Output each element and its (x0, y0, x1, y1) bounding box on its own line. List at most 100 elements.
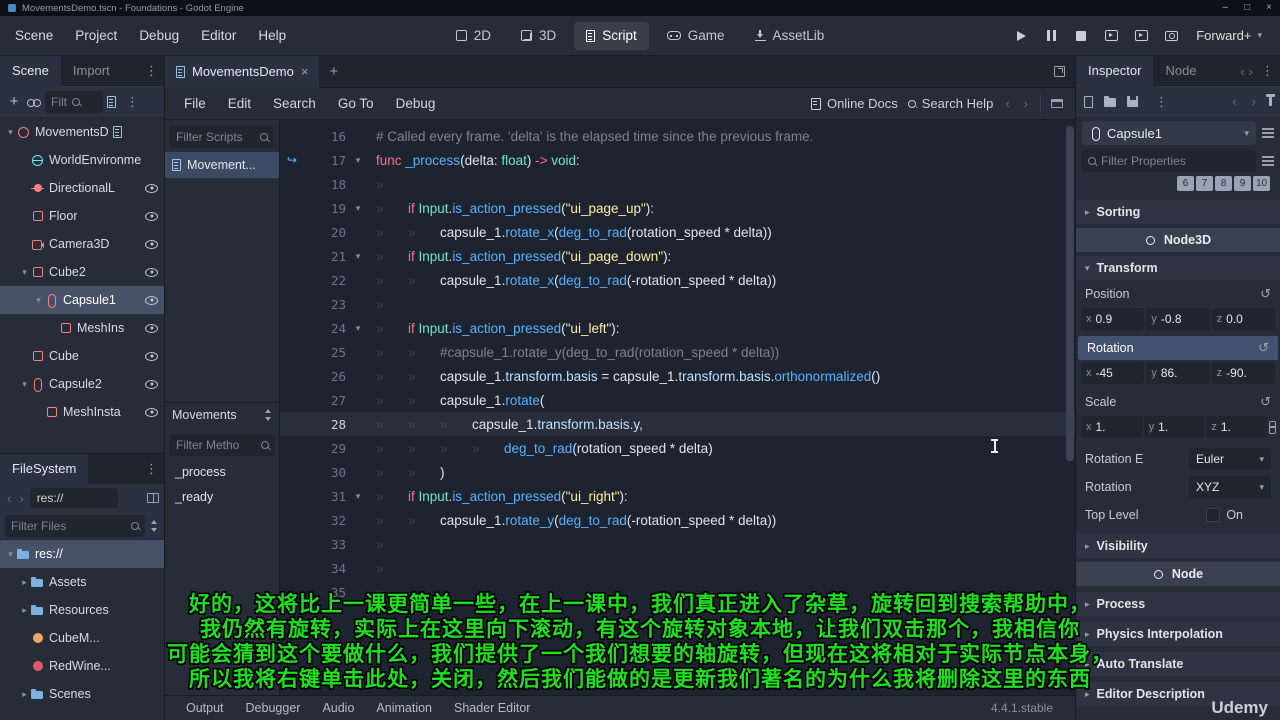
load-resource-icon[interactable] (1104, 96, 1116, 107)
float-panel-icon[interactable] (1051, 99, 1063, 108)
code-line[interactable]: 16 # Called every frame. 'delta' is the e… (280, 124, 1075, 148)
fold-arrow-icon[interactable]: ▾ (346, 251, 370, 262)
method--ready[interactable]: _ready (165, 485, 280, 510)
bottom-tab-animation[interactable]: Animation (365, 696, 443, 720)
code-line[interactable]: 28»»» capsule_1.transform.basis.y, (280, 412, 1075, 436)
scene-tree-item[interactable]: Cube (0, 342, 164, 370)
filesystem-item[interactable]: ▸ Assets (0, 568, 164, 596)
revert-icon[interactable]: ↺ (1260, 286, 1271, 302)
bottom-tab-shader-editor[interactable]: Shader Editor (443, 696, 541, 720)
code-line[interactable]: 33 » (280, 532, 1075, 556)
code-line[interactable]: 34 » (280, 556, 1075, 580)
code-line[interactable]: 21 ▾» if Input.is_action_pressed("ui_page_… (280, 244, 1075, 268)
tab-import[interactable]: Import (61, 56, 122, 86)
play-custom-scene-button[interactable] (1128, 23, 1154, 49)
scene-tree-item[interactable]: MeshIns (0, 314, 164, 342)
menu-project[interactable]: Project (64, 16, 128, 55)
bottom-tab-output[interactable]: Output (175, 696, 235, 720)
window-maximize-button[interactable]: □ (1244, 0, 1250, 16)
position-x-field[interactable]: x 0.9 (1081, 308, 1145, 330)
code-line[interactable]: 30 » ») (280, 460, 1075, 484)
code-line[interactable]: 25 » » #capsule_1.rotate_y(deg_to_rad(rotat… (280, 340, 1075, 364)
save-resource-icon[interactable] (1127, 96, 1138, 107)
fold-arrow-icon[interactable]: ▾ (346, 155, 370, 166)
script-menu-debug[interactable]: Debug (385, 88, 447, 119)
play-scene-button[interactable] (1098, 23, 1124, 49)
code-line[interactable]: 29»»»» deg_to_rad(rotation_speed * delta) (280, 436, 1075, 460)
workspace-3d[interactable]: 3D (509, 22, 568, 50)
menu-editor[interactable]: Editor (190, 16, 247, 55)
position-z-field[interactable]: z 0.0 (1211, 308, 1275, 330)
bottom-tab-audio[interactable]: Audio (311, 696, 365, 720)
scale-x-field[interactable]: x 1. (1081, 416, 1142, 438)
filter-properties-input[interactable]: Filter Properties (1082, 150, 1256, 172)
expand-arrow-icon[interactable]: ▸ (18, 577, 31, 588)
scene-tree-item[interactable]: Camera3D (0, 230, 164, 258)
visibility-eye-icon[interactable] (145, 183, 158, 193)
filesystem-item[interactable]: ▸ Scenes (0, 680, 164, 708)
object-options-icon[interactable] (1262, 128, 1274, 138)
pause-button[interactable] (1038, 23, 1064, 49)
scene-tree-item[interactable]: ▾ Capsule2 (0, 370, 164, 398)
current-path[interactable]: res:// (29, 488, 118, 508)
visibility-eye-icon[interactable] (145, 267, 158, 277)
rotation-order-dropdown[interactable]: XYZ ▾ (1189, 476, 1271, 498)
filesystem-item[interactable]: CubeM... (0, 624, 164, 652)
section-process[interactable]: ▸ Process (1076, 592, 1280, 616)
method--process[interactable]: _process (165, 460, 280, 485)
movie-maker-button[interactable] (1158, 23, 1184, 49)
menu-scene[interactable]: Scene (4, 16, 64, 55)
add-node-button[interactable]: + (5, 93, 23, 110)
link-scale-icon[interactable] (1269, 420, 1277, 434)
scene-tree-item[interactable]: DirectionalL (0, 174, 164, 202)
attach-script-icon[interactable] (107, 95, 116, 108)
rotation-x-field[interactable]: x -45 (1081, 362, 1145, 384)
rotation-edit-dropdown[interactable]: Euler ▾ (1189, 448, 1271, 470)
filesystem-item[interactable]: RedWine... (0, 652, 164, 680)
expand-editor-icon[interactable] (1054, 66, 1065, 77)
history-forward-icon[interactable]: › (17, 491, 25, 506)
edit-back-icon[interactable]: ‹ (1230, 94, 1238, 109)
rotation-y-field[interactable]: y 86. (1146, 362, 1210, 384)
scene-extra-menu-icon[interactable]: ⋮ (120, 94, 145, 110)
script-menu-go-to[interactable]: Go To (327, 88, 385, 119)
section-sorting[interactable]: ▸ Sorting (1076, 200, 1280, 224)
online-docs-button[interactable]: Online Docs (810, 96, 898, 111)
section-visibility[interactable]: ▸ Visibility (1076, 534, 1280, 558)
scale-y-field[interactable]: y 1. (1143, 416, 1205, 438)
filesystem-filter-input[interactable]: Filter Files (5, 514, 145, 537)
scene-dock-menu-icon[interactable]: ⋮ (139, 63, 164, 79)
sort-methods-icon[interactable] (264, 408, 273, 421)
window-minimize-button[interactable]: – (1223, 0, 1229, 16)
fold-arrow-icon[interactable]: ▾ (346, 491, 370, 502)
workspace-game[interactable]: Game (655, 22, 737, 50)
inspector-history-back-icon[interactable]: ‹ (1238, 64, 1246, 79)
visibility-eye-icon[interactable] (145, 211, 158, 221)
script-menu-file[interactable]: File (173, 88, 217, 119)
pin-icon[interactable] (1266, 94, 1275, 106)
filter-methods-input[interactable]: Filter Metho (170, 434, 275, 456)
filesystem-item[interactable]: ▾ res:// (0, 540, 164, 568)
history-back-icon[interactable]: ‹ (5, 491, 13, 506)
tab-inspector[interactable]: Inspector (1076, 56, 1154, 86)
code-line[interactable]: 19 ▾» if Input.is_action_pressed("ui_page_… (280, 196, 1075, 220)
visibility-eye-icon[interactable] (145, 351, 158, 361)
code-line[interactable]: 20»» capsule_1.rotate_x(deg_to_rad(rotati… (280, 220, 1075, 244)
visibility-eye-icon[interactable] (145, 407, 158, 417)
scene-tree-item[interactable]: ▾ Capsule1 (0, 286, 164, 314)
revert-icon[interactable]: ↺ (1258, 340, 1269, 356)
section-transform[interactable]: ▾ Transform (1076, 256, 1280, 280)
layer-checkbox-10[interactable]: 10 (1253, 176, 1270, 191)
code-line[interactable]: 23 » (280, 292, 1075, 316)
new-resource-icon[interactable] (1084, 95, 1093, 108)
inspector-menu-icon[interactable]: ⋮ (1255, 63, 1280, 79)
instantiate-scene-icon[interactable] (27, 98, 41, 107)
code-line[interactable]: 18 » (280, 172, 1075, 196)
script-menu-search[interactable]: Search (262, 88, 327, 119)
script-history-back-icon[interactable]: ‹ (1003, 96, 1011, 111)
position-y-field[interactable]: y -0.8 (1146, 308, 1210, 330)
layer-checkbox-6[interactable]: 6 (1177, 176, 1194, 191)
search-help-button[interactable]: Search Help (907, 96, 993, 111)
stop-button[interactable] (1068, 23, 1094, 49)
scrollbar-thumb[interactable] (1066, 126, 1074, 461)
